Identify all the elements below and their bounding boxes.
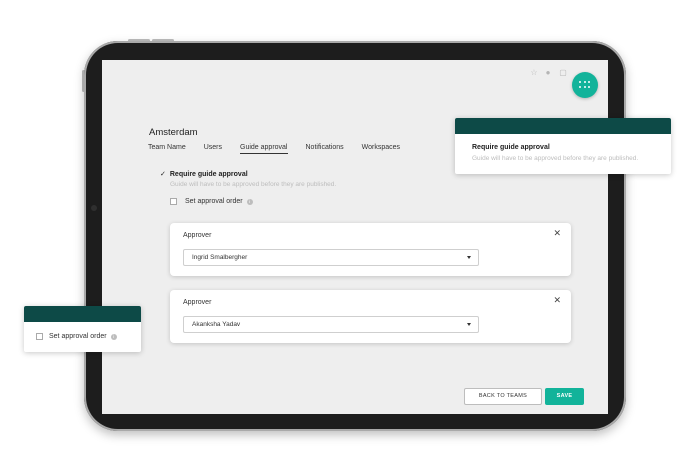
- tab-workspaces[interactable]: Workspaces: [362, 144, 400, 154]
- require-approval-label: Require guide approval: [169, 170, 248, 178]
- tab-bar: Team Name Users Guide approval Notificat…: [148, 144, 418, 154]
- user-icon[interactable]: ●: [544, 69, 552, 77]
- callout-title: Require guide approval: [472, 144, 550, 151]
- apps-grid-icon: [579, 81, 591, 89]
- callout-header-2: [24, 306, 141, 322]
- approver-card: Approver ✕ Ingrid Smalbergher: [170, 223, 571, 276]
- approval-order-row: Set approval order i: [170, 198, 253, 205]
- callout-header: [455, 118, 671, 134]
- close-icon-2[interactable]: ✕: [553, 296, 561, 305]
- page-title: Amsterdam: [149, 127, 198, 138]
- approver-select[interactable]: Ingrid Smalbergher: [183, 249, 479, 266]
- device-camera: [91, 205, 97, 211]
- save-button[interactable]: SAVE: [545, 388, 584, 405]
- tab-guide-approval[interactable]: Guide approval: [240, 144, 288, 154]
- tab-team-name[interactable]: Team Name: [148, 144, 186, 154]
- approver-card-title-2: Approver: [183, 299, 212, 306]
- callout-require-approval: Require guide approval Guide will have t…: [455, 118, 671, 174]
- tab-notifications[interactable]: Notifications: [306, 144, 344, 154]
- callout-approval-order: Set approval order i: [24, 306, 141, 352]
- approver-card-title: Approver: [183, 232, 212, 239]
- callout-order-checkbox[interactable]: [36, 333, 43, 340]
- callout-order-label: Set approval order: [49, 333, 107, 340]
- approver-select-value: Ingrid Smalbergher: [192, 254, 248, 261]
- caret-down-icon-2: [467, 323, 471, 326]
- app-screen: ☆ ● ▢ Amsterdam Team Name Users Guide ap…: [102, 60, 608, 414]
- back-to-teams-button[interactable]: BACK TO TEAMS: [464, 388, 542, 405]
- close-icon[interactable]: ✕: [553, 229, 561, 238]
- require-approval-toggle[interactable]: ✓ Require guide approval: [160, 170, 248, 179]
- chat-icon[interactable]: ▢: [559, 69, 567, 77]
- approver-select-value-2: Akanksha Yadav: [192, 321, 241, 328]
- approval-order-label: Set approval order: [185, 198, 243, 205]
- callout-description: Guide will have to be approved before th…: [472, 155, 639, 162]
- info-icon[interactable]: i: [246, 198, 253, 205]
- approver-card-2: Approver ✕ Akanksha Yadav: [170, 290, 571, 343]
- require-approval-description: Guide will have to be approved before th…: [170, 181, 337, 188]
- info-icon-2[interactable]: i: [110, 333, 117, 340]
- star-icon[interactable]: ☆: [530, 69, 538, 77]
- callout-order-row: Set approval order i: [36, 333, 117, 340]
- apps-grid-button[interactable]: [572, 72, 598, 98]
- tab-users[interactable]: Users: [204, 144, 222, 154]
- approver-select-2[interactable]: Akanksha Yadav: [183, 316, 479, 333]
- caret-down-icon: [467, 256, 471, 259]
- approval-order-checkbox[interactable]: [170, 198, 177, 205]
- checkmark-icon: ✓: [160, 171, 166, 178]
